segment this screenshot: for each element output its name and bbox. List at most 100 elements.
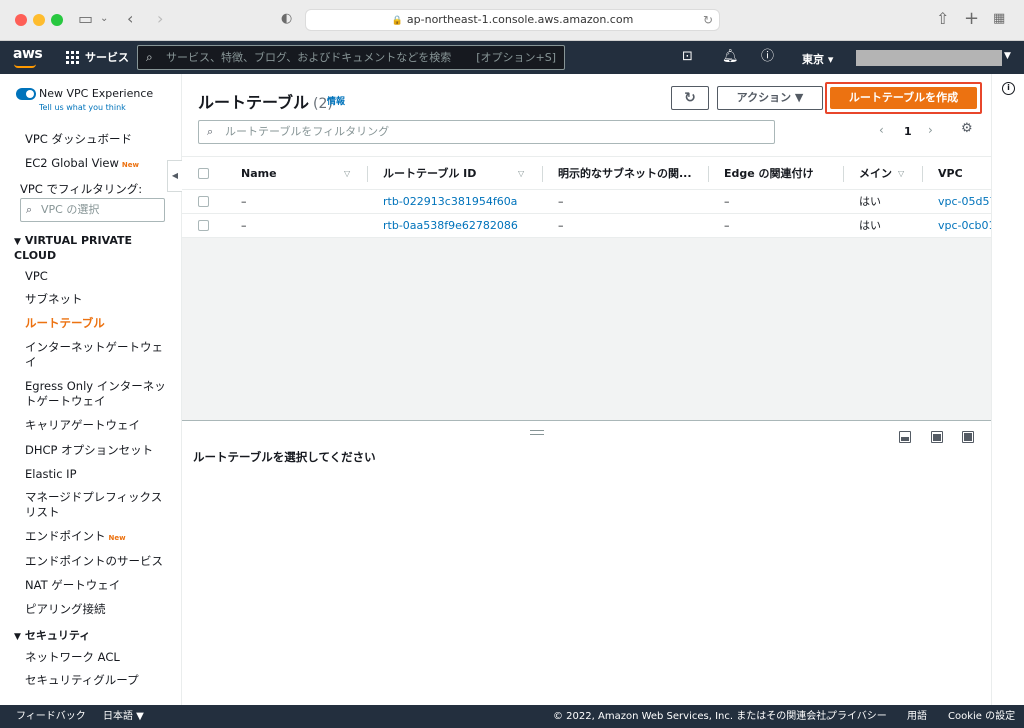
cell-vpc[interactable]: vpc-0cb01	[938, 214, 996, 238]
vpc-filter-select[interactable]: ⌕ VPC の選択	[20, 198, 165, 222]
column-divider	[367, 166, 368, 182]
nav-peering-connections[interactable]: ピアリング接続	[25, 602, 170, 617]
nav-nat-gateways[interactable]: NAT ゲートウェイ	[25, 578, 170, 593]
account-menu[interactable]	[856, 50, 1002, 66]
nav-subnets[interactable]: サブネット	[25, 292, 170, 307]
column-explicit-subnet[interactable]: 明示的なサブネットの関...	[558, 157, 691, 191]
zoom-window-button[interactable]	[51, 14, 63, 26]
minimize-window-button[interactable]	[33, 14, 45, 26]
nav-endpoints[interactable]: エンドポイント New	[25, 529, 170, 546]
nav-dhcp-options[interactable]: DHCP オプションセット	[25, 443, 170, 458]
nav-carrier-gateways[interactable]: キャリアゲートウェイ	[25, 418, 170, 433]
new-vpc-experience-toggle[interactable]	[16, 88, 36, 100]
split-side-icon[interactable]	[931, 431, 943, 443]
chevron-down-icon[interactable]: ⌄	[100, 9, 108, 29]
share-icon[interactable]: ⇧	[936, 9, 949, 29]
cell-explicit-subnet: –	[558, 195, 564, 208]
nav-network-acls[interactable]: ネットワーク ACL	[25, 650, 170, 665]
cell-edge: –	[724, 195, 730, 208]
nav-section-vpc[interactable]: ▼ VIRTUAL PRIVATE CLOUD	[14, 234, 164, 263]
forward-icon[interactable]: ›	[157, 9, 163, 29]
drag-handle-icon[interactable]	[530, 430, 544, 435]
nav-endpoints-label: エンドポイント	[25, 529, 106, 543]
footer-terms[interactable]: 用語	[907, 705, 927, 728]
caret-down-icon: ▼	[14, 237, 21, 247]
route-table-filter-input[interactable]: ⌕ ルートテーブルをフィルタリング	[198, 120, 775, 144]
info-icon[interactable]: i	[1002, 82, 1015, 95]
shield-icon[interactable]: ◐	[281, 9, 292, 29]
sort-icon[interactable]: ▽	[898, 157, 904, 191]
gear-icon[interactable]: ⚙	[961, 121, 973, 136]
cell-route-table-id[interactable]: rtb-022913c381954f60a	[383, 190, 517, 214]
column-vpc[interactable]: VPC	[938, 157, 963, 191]
side-navigation: New VPC Experience Tell us what you thin…	[0, 74, 182, 705]
split-full-icon[interactable]	[962, 431, 974, 443]
close-window-button[interactable]	[15, 14, 27, 26]
nav-egress-only-igw[interactable]: Egress Only インターネットゲートウェイ	[25, 379, 170, 409]
search-icon: ⌕	[26, 203, 33, 216]
aws-logo[interactable]: aws	[13, 46, 43, 62]
nav-section-security[interactable]: ▼ セキュリティ	[14, 629, 164, 644]
row-checkbox[interactable]	[198, 196, 209, 207]
column-name[interactable]: Name	[241, 157, 277, 191]
refresh-button[interactable]: ↻	[671, 86, 709, 110]
cell-vpc[interactable]: vpc-05d57	[938, 190, 997, 214]
nav-ec2-global-view[interactable]: EC2 Global View New	[25, 156, 170, 173]
next-page-icon[interactable]: ›	[928, 123, 933, 137]
sort-icon[interactable]: ▽	[344, 157, 350, 191]
nav-managed-prefix-lists[interactable]: マネージドプレフィックスリスト	[25, 490, 170, 520]
nav-vpc-dashboard[interactable]: VPC ダッシュボード	[25, 132, 170, 147]
prev-page-icon[interactable]: ‹	[879, 123, 884, 137]
table-row[interactable]: – rtb-022913c381954f60a – – はい vpc-05d57	[182, 190, 997, 214]
column-edge-associations[interactable]: Edge の関連付け	[724, 157, 814, 191]
table-row[interactable]: – rtb-0aa538f9e62782086 – – はい vpc-0cb01	[182, 214, 996, 238]
services-menu[interactable]: サービス	[66, 49, 129, 65]
footer-cookie[interactable]: Cookie の設定	[948, 705, 1015, 728]
page-title: ルートテーブル (2)	[198, 89, 333, 113]
page-number[interactable]: 1	[904, 125, 912, 138]
footer-language[interactable]: 日本語 ▼	[103, 705, 144, 728]
aws-search-input[interactable]: ⌕ サービス、特徴、ブログ、およびドキュメントなどを検索 [オプション+S]	[137, 45, 565, 70]
cell-route-table-id[interactable]: rtb-0aa538f9e62782086	[383, 214, 518, 238]
column-main[interactable]: メイン	[859, 157, 892, 191]
actions-dropdown[interactable]: アクション ▼	[717, 86, 823, 110]
footer: フィードバック 日本語 ▼ © 2022, Amazon Web Service…	[0, 705, 1024, 728]
row-checkbox[interactable]	[198, 220, 209, 231]
bell-icon[interactable]: 🔔︎	[722, 49, 739, 65]
cell-main: はい	[859, 219, 881, 232]
nav-internet-gateways[interactable]: インターネットゲートウェイ	[25, 340, 170, 370]
sort-icon[interactable]: ▽	[518, 157, 524, 191]
lock-icon: 🔒	[391, 16, 403, 26]
info-link[interactable]: 情報	[327, 94, 345, 107]
footer-privacy[interactable]: プライバシー	[827, 705, 887, 728]
caret-down-icon[interactable]: ▼	[1004, 51, 1011, 61]
nav-route-tables[interactable]: ルートテーブル	[25, 316, 170, 331]
help-icon[interactable]: ⓘ	[761, 49, 774, 65]
new-tab-icon[interactable]: +	[964, 9, 979, 29]
nav-section-security-label: セキュリティ	[24, 629, 91, 642]
tab-overview-icon[interactable]: ▦	[993, 9, 1005, 29]
aws-logo-smile	[14, 64, 36, 68]
column-route-table-id[interactable]: ルートテーブル ID	[383, 157, 476, 191]
region-selector[interactable]: 東京 ▾	[802, 51, 833, 67]
table-header: Name ▽ ルートテーブル ID ▽ 明示的なサブネットの関... Edge …	[182, 156, 991, 190]
aws-console-header: aws サービス ⌕ サービス、特徴、ブログ、およびドキュメントなどを検索 [オ…	[0, 41, 1024, 74]
back-icon[interactable]: ‹	[127, 9, 133, 29]
select-all-checkbox[interactable]	[198, 168, 209, 179]
nav-elastic-ip[interactable]: Elastic IP	[25, 467, 170, 482]
create-route-table-button[interactable]: ルートテーブルを作成	[830, 87, 977, 109]
sidebar-toggle-icon[interactable]: ▭	[78, 9, 93, 29]
nav-vpc[interactable]: VPC	[25, 269, 170, 284]
nav-section-vpc-label: VIRTUAL PRIVATE CLOUD	[14, 234, 133, 262]
collapse-nav-button[interactable]: ◀	[167, 160, 182, 192]
cloudshell-icon[interactable]: ⊡	[682, 49, 693, 65]
nav-endpoint-services[interactable]: エンドポイントのサービス	[25, 554, 170, 569]
split-bottom-icon[interactable]	[899, 431, 911, 443]
feedback-link[interactable]: Tell us what you think	[39, 103, 126, 112]
footer-feedback[interactable]: フィードバック	[16, 705, 86, 728]
column-divider	[708, 166, 709, 182]
url-text: ap-northeast-1.console.aws.amazon.com	[406, 13, 634, 26]
nav-security-groups[interactable]: セキュリティグループ	[25, 673, 170, 688]
reload-icon[interactable]: ↻	[703, 10, 713, 30]
address-bar[interactable]: 🔒 ap-northeast-1.console.aws.amazon.com ↻	[305, 9, 720, 31]
